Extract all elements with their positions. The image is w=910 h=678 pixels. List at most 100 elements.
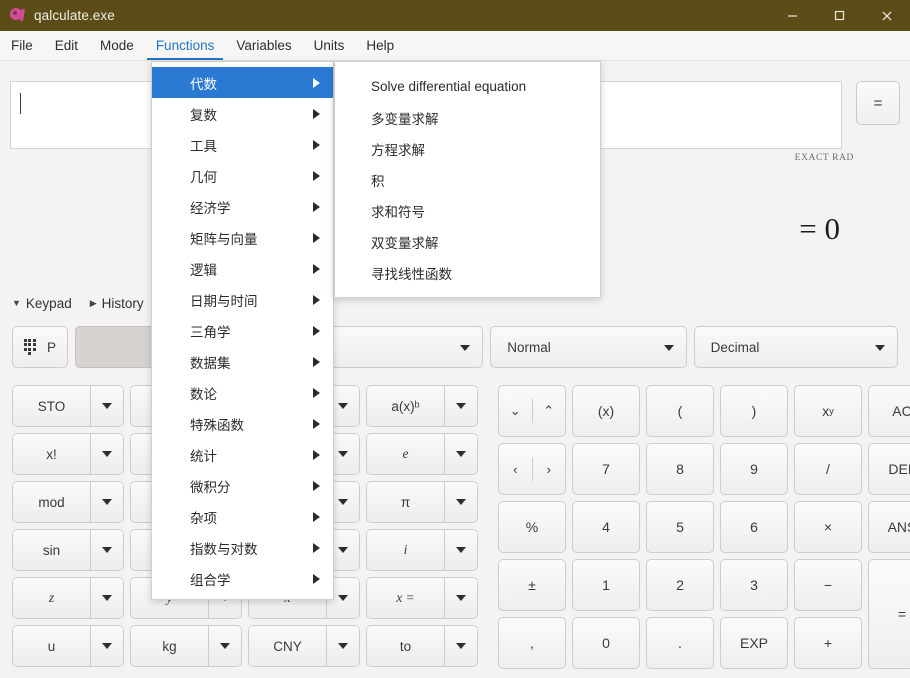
submenu-product[interactable]: 积 bbox=[335, 164, 600, 195]
menu-category-exponents-logarithms[interactable]: 指数与对数 bbox=[152, 532, 333, 563]
submenu-multisolve[interactable]: 多变量求解 bbox=[335, 102, 600, 133]
chevron-down-icon[interactable] bbox=[444, 577, 478, 619]
menu-edit[interactable]: Edit bbox=[44, 31, 89, 60]
key-2[interactable]: 2 bbox=[646, 559, 714, 611]
key-open-paren[interactable]: ( bbox=[646, 385, 714, 437]
chevron-down-icon[interactable] bbox=[90, 625, 124, 667]
key-decimal-point[interactable]: . bbox=[646, 617, 714, 669]
menu-mode[interactable]: Mode bbox=[89, 31, 145, 60]
chevron-down-icon[interactable] bbox=[90, 529, 124, 571]
menu-category-trigonometry[interactable]: 三角学 bbox=[152, 315, 333, 346]
key-comma[interactable]: , bbox=[498, 617, 566, 669]
maximize-icon[interactable] bbox=[816, 0, 863, 31]
key-plusminus[interactable]: ± bbox=[498, 559, 566, 611]
keypad-button[interactable]: sin bbox=[12, 529, 124, 571]
menu-category-special-functions[interactable]: 特殊函数 bbox=[152, 408, 333, 439]
chevron-down-icon[interactable] bbox=[90, 433, 124, 475]
key-6[interactable]: 6 bbox=[720, 501, 788, 553]
keypad-button[interactable]: STO bbox=[12, 385, 124, 427]
chevron-down-icon[interactable] bbox=[444, 481, 478, 523]
keypad-button[interactable]: x! bbox=[12, 433, 124, 475]
submenu-sum[interactable]: 求和符号 bbox=[335, 195, 600, 226]
key-plus[interactable]: + bbox=[794, 617, 862, 669]
keypad-button[interactable]: u bbox=[12, 625, 124, 667]
key-ac[interactable]: AC bbox=[868, 385, 910, 437]
menu-category-complex[interactable]: 复数 bbox=[152, 98, 333, 129]
minimize-icon[interactable] bbox=[769, 0, 816, 31]
menu-category-data-sets[interactable]: 数据集 bbox=[152, 346, 333, 377]
menu-category-matrices-vectors[interactable]: 矩阵与向量 bbox=[152, 222, 333, 253]
chevron-down-icon[interactable] bbox=[444, 529, 478, 571]
precision-select[interactable]: Normal bbox=[490, 326, 687, 368]
menu-help[interactable]: Help bbox=[355, 31, 405, 60]
nav-vertical-button[interactable]: ⌄ ⌃ bbox=[498, 385, 566, 437]
menu-category-algebra[interactable]: 代数 bbox=[152, 67, 333, 98]
menu-units[interactable]: Units bbox=[303, 31, 356, 60]
chevron-down-icon[interactable] bbox=[444, 433, 478, 475]
chevron-down-icon[interactable] bbox=[326, 625, 360, 667]
key-9[interactable]: 9 bbox=[720, 443, 788, 495]
key-1[interactable]: 1 bbox=[572, 559, 640, 611]
chevron-left-icon[interactable]: ‹ bbox=[499, 444, 532, 494]
keypad-button[interactable]: a(x)ᵇ bbox=[366, 385, 478, 427]
key-4[interactable]: 4 bbox=[572, 501, 640, 553]
chevron-down-icon[interactable] bbox=[444, 625, 478, 667]
keypad-button[interactable]: CNY bbox=[248, 625, 360, 667]
keypad-button[interactable]: kg bbox=[130, 625, 242, 667]
menu-category-date-time[interactable]: 日期与时间 bbox=[152, 284, 333, 315]
keypad-button[interactable]: z bbox=[12, 577, 124, 619]
key-0[interactable]: 0 bbox=[572, 617, 640, 669]
tab-history[interactable]: ▶ History bbox=[90, 296, 144, 311]
keypad-button[interactable]: mod bbox=[12, 481, 124, 523]
chevron-down-icon[interactable] bbox=[208, 625, 242, 667]
key-3[interactable]: 3 bbox=[720, 559, 788, 611]
submenu-solve-differential-equation[interactable]: Solve differential equation bbox=[335, 71, 600, 102]
submenu-linear-function[interactable]: 寻找线性函数 bbox=[335, 257, 600, 288]
keypad-button[interactable]: to bbox=[366, 625, 478, 667]
key-ans[interactable]: ANS bbox=[868, 501, 910, 553]
key-minus[interactable]: − bbox=[794, 559, 862, 611]
key-percent[interactable]: % bbox=[498, 501, 566, 553]
menu-category-miscellaneous[interactable]: 杂项 bbox=[152, 501, 333, 532]
menu-category-geometry[interactable]: 几何 bbox=[152, 160, 333, 191]
key-7[interactable]: 7 bbox=[572, 443, 640, 495]
menu-category-calculus[interactable]: 微积分 bbox=[152, 470, 333, 501]
keypad-button[interactable]: i bbox=[366, 529, 478, 571]
close-icon[interactable] bbox=[863, 0, 910, 31]
key-close-paren[interactable]: ) bbox=[720, 385, 788, 437]
menu-file[interactable]: File bbox=[0, 31, 44, 60]
chevron-down-icon[interactable] bbox=[90, 481, 124, 523]
chevron-down-icon[interactable] bbox=[444, 385, 478, 427]
key-del[interactable]: DEL bbox=[868, 443, 910, 495]
submenu-solve[interactable]: 方程求解 bbox=[335, 133, 600, 164]
menu-category-economics[interactable]: 经济学 bbox=[152, 191, 333, 222]
chevron-up-icon[interactable]: ⌃ bbox=[533, 386, 566, 436]
menu-functions[interactable]: Functions bbox=[145, 31, 226, 60]
base-select[interactable]: Decimal bbox=[693, 326, 898, 368]
nav-horizontal-button[interactable]: ‹ › bbox=[498, 443, 566, 495]
menu-category-combinatorics[interactable]: 组合学 bbox=[152, 563, 333, 594]
key-exp[interactable]: EXP bbox=[720, 617, 788, 669]
menu-category-tools[interactable]: 工具 bbox=[152, 129, 333, 160]
key-8[interactable]: 8 bbox=[646, 443, 714, 495]
key-multiply[interactable]: × bbox=[794, 501, 862, 553]
menu-category-logic[interactable]: 逻辑 bbox=[152, 253, 333, 284]
menu-category-statistics[interactable]: 统计 bbox=[152, 439, 333, 470]
key-5[interactable]: 5 bbox=[646, 501, 714, 553]
chevron-right-icon[interactable]: › bbox=[533, 444, 566, 494]
key-power[interactable]: xy bbox=[794, 385, 862, 437]
keypad-button[interactable]: e bbox=[366, 433, 478, 475]
tab-keypad[interactable]: ▼ Keypad bbox=[12, 296, 72, 311]
menu-category-number-theory[interactable]: 数论 bbox=[152, 377, 333, 408]
submenu-solve2[interactable]: 双变量求解 bbox=[335, 226, 600, 257]
key-divide[interactable]: / bbox=[794, 443, 862, 495]
keypad-toggle-button[interactable]: P bbox=[12, 326, 68, 368]
evaluate-button[interactable]: = bbox=[856, 81, 900, 125]
key-parenthesis-x[interactable]: (x) bbox=[572, 385, 640, 437]
chevron-down-icon[interactable] bbox=[90, 385, 124, 427]
chevron-down-icon[interactable] bbox=[90, 577, 124, 619]
menu-variables[interactable]: Variables bbox=[225, 31, 302, 60]
key-equals[interactable]: = bbox=[868, 559, 910, 669]
chevron-down-icon[interactable]: ⌄ bbox=[499, 386, 532, 436]
keypad-button[interactable]: π bbox=[366, 481, 478, 523]
